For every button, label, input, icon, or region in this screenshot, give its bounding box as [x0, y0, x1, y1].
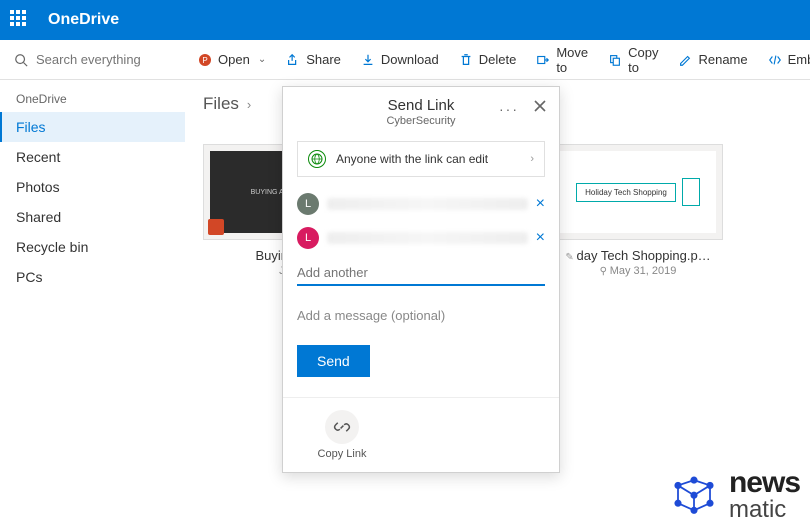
thumb-preview: Holiday Tech Shopping [560, 151, 716, 233]
copy-link-button[interactable] [325, 410, 359, 444]
sidebar-item-recyclebin[interactable]: Recycle bin [0, 232, 185, 262]
svg-text:P: P [202, 56, 207, 65]
watermark-text2: matic [729, 496, 800, 524]
copy-link-label: Copy Link [318, 448, 367, 460]
share-dialog: Send Link CyberSecurity ··· Anyone with … [282, 86, 560, 473]
sidebar-item-files[interactable]: Files [0, 112, 185, 142]
rename-label: Rename [698, 52, 747, 67]
titlebar: OneDrive [0, 0, 810, 40]
permission-selector[interactable]: Anyone with the link can edit › [297, 141, 545, 177]
recipient-email [327, 232, 528, 244]
recipients-list: L × L × [283, 187, 559, 255]
copy-label: Copy to [628, 45, 658, 75]
download-button[interactable]: Download [353, 46, 447, 73]
file-name: ✎ day Tech Shopping.p… [553, 248, 723, 263]
chevron-right-icon: › [530, 153, 534, 165]
share-button[interactable]: Share [278, 46, 349, 73]
delete-button[interactable]: Delete [451, 46, 525, 73]
file-card[interactable]: Holiday Tech Shopping ✎ day Tech Shoppin… [553, 144, 723, 277]
copy-link-section: Copy Link [297, 406, 387, 472]
copy-icon [608, 53, 622, 67]
watermark-logo: news matic [667, 469, 800, 524]
copy-button[interactable]: Copy to [600, 39, 666, 81]
remove-recipient-icon[interactable]: × [536, 196, 545, 212]
embed-icon [768, 53, 782, 67]
command-bar: P Open ⌄ Share Download Delete Move to C… [180, 39, 810, 81]
divider [283, 397, 559, 398]
delete-label: Delete [479, 52, 517, 67]
move-button[interactable]: Move to [528, 39, 596, 81]
recipient-chip: L × [297, 221, 545, 255]
recipient-email [327, 198, 528, 210]
send-button[interactable]: Send [297, 345, 370, 377]
search-icon [14, 53, 28, 67]
add-recipient-row [283, 255, 559, 288]
sidebar: OneDrive Files Recent Photos Shared Recy… [0, 80, 185, 530]
rename-icon [678, 53, 692, 67]
app-launcher-icon[interactable] [10, 10, 30, 30]
sidebar-item-shared[interactable]: Shared [0, 202, 185, 232]
move-label: Move to [556, 45, 588, 75]
toolbar: P Open ⌄ Share Download Delete Move to C… [0, 40, 810, 80]
brand-label: OneDrive [48, 11, 119, 29]
move-icon [536, 53, 550, 67]
watermark-icon [667, 473, 721, 521]
close-icon[interactable] [533, 99, 547, 113]
globe-icon [308, 150, 326, 168]
open-label: Open [218, 52, 250, 67]
avatar: L [297, 193, 319, 215]
search-input[interactable] [36, 52, 166, 67]
add-recipient-input[interactable] [297, 261, 545, 286]
file-thumbnail: Holiday Tech Shopping [553, 144, 723, 240]
embed-button[interactable]: Embed [760, 46, 810, 73]
avatar: L [297, 227, 319, 249]
recipient-chip: L × [297, 187, 545, 221]
watermark-text1: news [729, 469, 800, 496]
sidebar-title: OneDrive [0, 86, 185, 112]
download-icon [361, 53, 375, 67]
remove-recipient-icon[interactable]: × [536, 230, 545, 246]
sidebar-item-photos[interactable]: Photos [0, 172, 185, 202]
delete-icon [459, 53, 473, 67]
chevron-right-icon: › [247, 97, 251, 112]
message-input[interactable]: Add a message (optional) [283, 288, 559, 323]
powerpoint-icon: P [198, 53, 212, 67]
breadcrumb-root[interactable]: Files [203, 94, 239, 114]
file-date: ⚲ May 31, 2019 [553, 265, 723, 277]
link-icon [333, 418, 351, 436]
search-box[interactable] [0, 52, 180, 67]
share-label: Share [306, 52, 341, 67]
rename-button[interactable]: Rename [670, 46, 755, 73]
permission-label: Anyone with the link can edit [336, 152, 488, 166]
sidebar-item-pcs[interactable]: PCs [0, 262, 185, 292]
sidebar-item-recent[interactable]: Recent [0, 142, 185, 172]
open-button[interactable]: P Open ⌄ [190, 46, 274, 73]
share-icon [286, 53, 300, 67]
download-label: Download [381, 52, 439, 67]
more-options-icon[interactable]: ··· [499, 101, 519, 117]
embed-label: Embed [788, 52, 810, 67]
dialog-header: Send Link CyberSecurity ··· [283, 87, 559, 133]
chevron-down-icon: ⌄ [258, 54, 266, 65]
